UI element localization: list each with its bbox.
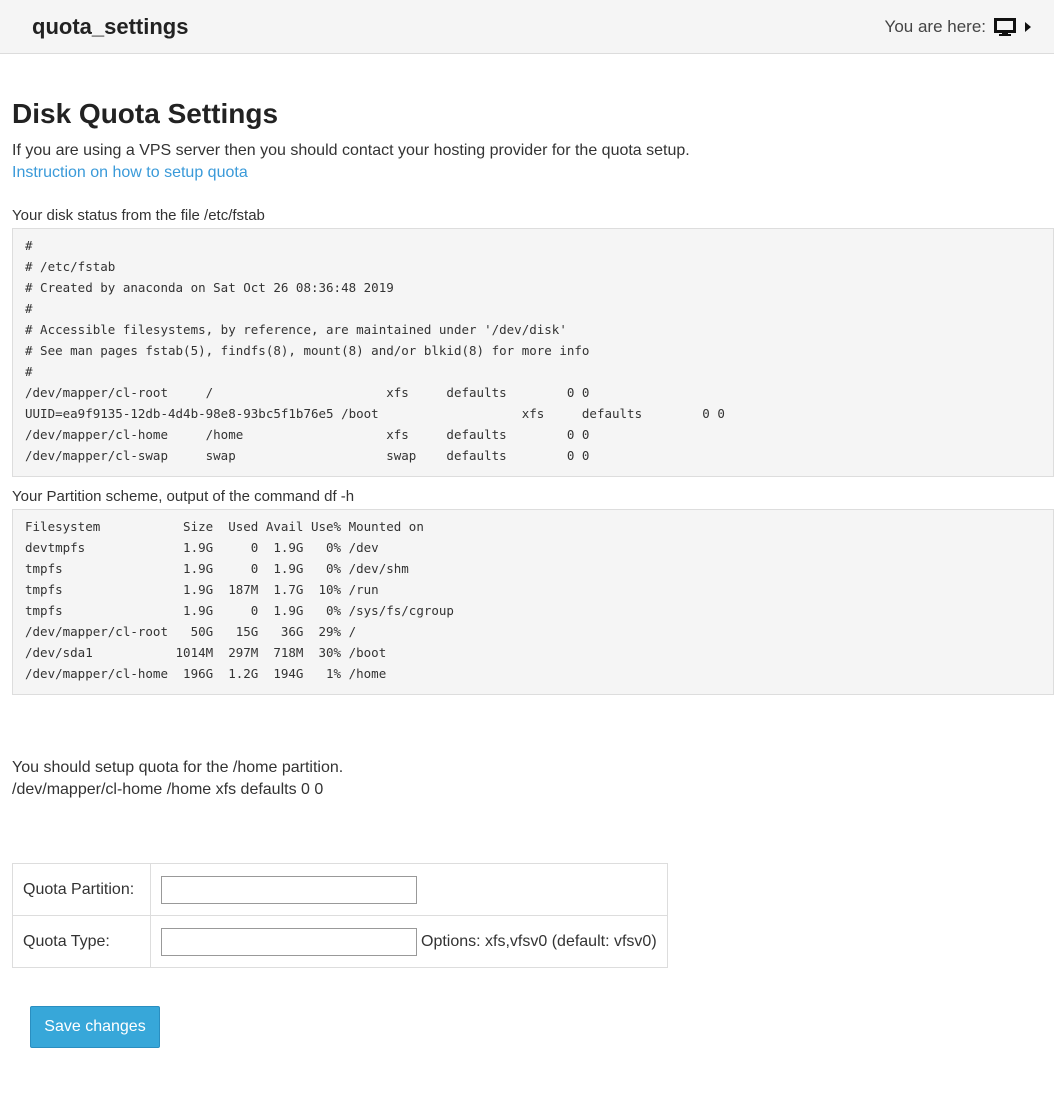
save-changes-button[interactable]: Save changes [30,1006,160,1048]
fstab-output: # # /etc/fstab # Created by anaconda on … [12,228,1054,477]
df-label: Your Partition scheme, output of the com… [12,488,355,505]
quota-type-row: Quota Type: Options: xfs,vfsv0 (default:… [12,915,668,968]
desktop-icon[interactable] [994,17,1016,36]
instruction-link[interactable]: Instruction on how to setup quota [12,164,248,181]
top-bar: quota_settings You are here: [0,0,1054,54]
quota-advice: You should setup quota for the /home par… [12,757,1054,801]
intro-text: If you are using a VPS server then you s… [12,142,690,159]
quota-type-input[interactable] [161,927,417,956]
advice-line-2: /dev/mapper/cl-home /home xfs defaults 0… [12,781,324,798]
breadcrumb: You are here: [885,17,1032,37]
quota-partition-input[interactable] [161,875,417,904]
quota-form-table: Quota Partition: Quota Type: Options: xf… [12,863,668,968]
advice-line-1: You should setup quota for the /home par… [12,759,344,776]
fstab-label: Your disk status from the file /etc/fsta… [12,207,265,224]
breadcrumb-label: You are here: [884,16,986,36]
page-header-title: quota_settings [32,13,189,39]
quota-type-cell: Options: xfs,vfsv0 (default: vfsv0) [150,915,668,968]
caret-right-icon[interactable] [1024,21,1032,32]
df-output: Filesystem Size Used Avail Use% Mounted … [12,509,1054,695]
page-title: Disk Quota Settings [12,98,279,129]
quota-partition-label: Quota Partition: [12,863,151,916]
main-content: Disk Quota Settings If you are using a V… [0,98,1054,1048]
quota-partition-cell [150,863,668,916]
quota-type-label: Quota Type: [12,915,151,968]
quota-type-hint: Options: xfs,vfsv0 (default: vfsv0) [421,932,657,950]
quota-partition-row: Quota Partition: [12,863,668,916]
